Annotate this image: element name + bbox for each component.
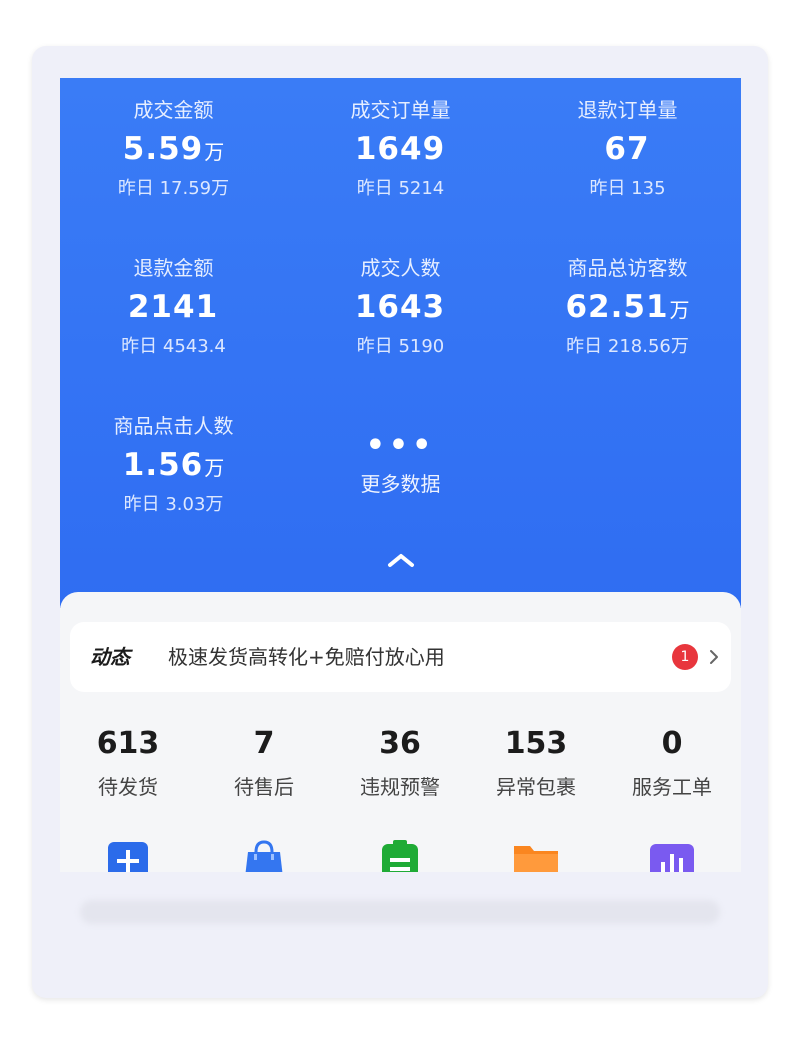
kpi-label: 待发货 xyxy=(98,775,158,799)
kpi-value: 0 xyxy=(661,726,683,761)
stat-orders[interactable]: 成交订单量 1649 昨日 5214 xyxy=(287,96,514,204)
stat-label: 退款订单量 xyxy=(577,98,678,122)
stat-prev: 昨日 135 xyxy=(589,178,666,199)
notice-message: 极速发货高转化+免赔付放心用 xyxy=(168,645,445,669)
stat-value: 1.56万 xyxy=(122,447,225,483)
stat-prev: 昨日 17.59万 xyxy=(117,178,230,199)
kpi-label: 异常包裹 xyxy=(496,775,576,799)
card-shadow xyxy=(80,900,720,924)
stat-value: 62.51万 xyxy=(565,289,690,325)
stat-prev: 昨日 3.03万 xyxy=(123,494,224,515)
kpi-value: 613 xyxy=(96,726,160,761)
stat-prev: 昨日 218.56万 xyxy=(566,336,689,357)
tool-publish[interactable] xyxy=(60,840,196,872)
stat-value: 1649 xyxy=(354,131,446,167)
more-data-button[interactable]: ••• 更多数据 xyxy=(287,424,514,500)
stats-panel: 成交金额 5.59万 昨日 17.59万 成交订单量 1649 昨日 5214 … xyxy=(60,78,741,608)
stat-label: 成交人数 xyxy=(360,256,441,280)
stat-buyers[interactable]: 成交人数 1643 昨日 5190 xyxy=(287,254,514,362)
kpi-value: 7 xyxy=(253,726,275,761)
tool-files[interactable] xyxy=(468,840,604,872)
stat-unit: 万 xyxy=(669,298,690,322)
stat-value: 67 xyxy=(604,131,650,167)
kpi-pending-shipment[interactable]: 613 待发货 xyxy=(60,722,196,804)
clipboard-icon xyxy=(382,840,418,872)
shopping-bag-icon xyxy=(245,840,283,872)
stat-prev: 昨日 5214 xyxy=(356,178,445,199)
stat-clicks[interactable]: 商品点击人数 1.56万 昨日 3.03万 xyxy=(60,412,287,520)
stat-prev: 昨日 4543.4 xyxy=(121,336,226,357)
dashboard-screen: 成交金额 5.59万 昨日 17.59万 成交订单量 1649 昨日 5214 … xyxy=(60,78,741,872)
tool-analytics[interactable] xyxy=(604,840,740,872)
stat-gmv[interactable]: 成交金额 5.59万 昨日 17.59万 xyxy=(60,96,287,204)
folder-icon xyxy=(514,846,558,872)
notice-tag: 动态 xyxy=(90,645,130,669)
notification-badge: 1 xyxy=(672,644,698,670)
tool-shop[interactable] xyxy=(196,840,332,872)
stat-prev: 昨日 5190 xyxy=(356,336,445,357)
stat-unit: 万 xyxy=(204,456,225,480)
notice-bar[interactable]: 动态 极速发货高转化+免赔付放心用 1 xyxy=(70,622,731,692)
kpi-service-ticket[interactable]: 0 服务工单 xyxy=(604,722,740,804)
stat-refund-orders[interactable]: 退款订单量 67 昨日 135 xyxy=(514,96,741,204)
kpi-value: 36 xyxy=(379,726,421,761)
stat-label: 退款金额 xyxy=(133,256,214,280)
stat-value: 1643 xyxy=(354,289,446,325)
plus-icon xyxy=(108,842,148,872)
stat-refund-amount[interactable]: 退款金额 2141 昨日 4543.4 xyxy=(60,254,287,362)
kpi-value: 153 xyxy=(504,726,568,761)
kpi-label: 违规预警 xyxy=(360,775,440,799)
stat-label: 商品点击人数 xyxy=(113,414,234,438)
bar-chart-icon xyxy=(650,844,694,872)
bottom-panel: 动态 极速发货高转化+免赔付放心用 1 613 待发货 7 待售后 36 违规预… xyxy=(60,592,741,872)
kpi-after-sales[interactable]: 7 待售后 xyxy=(196,722,332,804)
stat-visitors[interactable]: 商品总访客数 62.51万 昨日 218.56万 xyxy=(514,254,741,362)
chevron-up-icon[interactable] xyxy=(386,550,416,570)
more-data-label: 更多数据 xyxy=(360,472,441,496)
stat-unit: 万 xyxy=(204,140,225,164)
kpi-label: 待售后 xyxy=(234,775,294,799)
chevron-right-icon[interactable] xyxy=(708,649,720,665)
stat-value: 2141 xyxy=(127,289,219,325)
stat-label: 成交金额 xyxy=(133,98,214,122)
kpi-abnormal-package[interactable]: 153 异常包裹 xyxy=(468,722,604,804)
stat-label: 成交订单量 xyxy=(350,98,451,122)
ellipsis-icon: ••• xyxy=(365,428,436,463)
stat-label: 商品总访客数 xyxy=(567,256,688,280)
kpi-label: 服务工单 xyxy=(632,775,712,799)
kpi-violation-warning[interactable]: 36 违规预警 xyxy=(332,722,468,804)
tool-orders[interactable] xyxy=(332,840,468,872)
stat-value: 5.59万 xyxy=(122,131,225,167)
